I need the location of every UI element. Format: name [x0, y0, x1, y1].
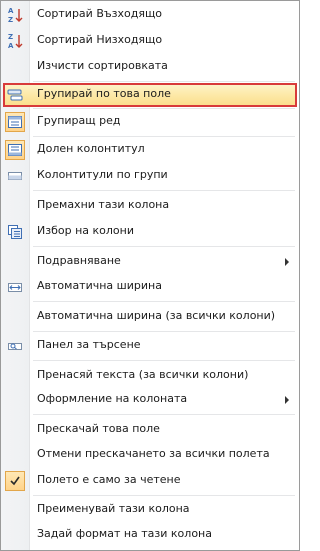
svg-text:Z: Z [8, 33, 13, 41]
find-panel-icon [5, 336, 25, 356]
menu-item-label: Долен колонтитул [37, 142, 145, 155]
menu-item-best-fit[interactable]: Автоматична ширина [3, 275, 297, 299]
menu-separator [33, 360, 295, 361]
sort-descending-icon: Z A [5, 31, 25, 51]
menu-item-label: Изчисти сортировката [37, 59, 168, 72]
menu-item-label: Прескачай това поле [37, 422, 160, 435]
menu-item-sort-descending[interactable]: Z A Сортирай Низходящо [3, 29, 297, 53]
svg-text:A: A [8, 7, 14, 15]
menu-item-label: Панел за търсене [37, 338, 141, 351]
menu-item-read-only[interactable]: Полето е само за четене [3, 469, 297, 493]
menu-item-remove-column[interactable]: Премахни тази колона [3, 194, 297, 218]
menu-item-column-chooser[interactable]: Избор на колони [3, 220, 297, 244]
menu-item-label: Преименувай тази колона [37, 502, 190, 515]
menu-item-label: Автоматична ширина [37, 279, 162, 292]
menu-item-label: Сортирай Възходящо [37, 7, 163, 20]
menu-separator [33, 108, 295, 109]
menu-separator [33, 190, 295, 191]
menu-item-label: Колонтитули по групи [37, 168, 168, 181]
best-fit-icon [5, 277, 25, 297]
svg-text:Z: Z [8, 16, 13, 24]
group-footer-icon [5, 166, 25, 186]
menu-item-format-column[interactable]: Задай формат на тази колона [3, 523, 297, 547]
menu-item-label: Подравняване [37, 254, 121, 267]
column-chooser-icon [5, 222, 25, 242]
menu-item-group-footers[interactable]: Колонтитули по групи [3, 164, 297, 188]
menu-item-group-by-field[interactable]: Групирай по това поле [3, 83, 297, 107]
context-menu: A Z Сортирай Възходящо Z A Сортирай Низх… [0, 0, 300, 551]
menu-item-label: Отмени прескачането за всички полета [37, 447, 270, 460]
menu-separator [33, 301, 295, 302]
group-row-icon [5, 112, 25, 132]
menu-separator [33, 136, 295, 137]
menu-item-rename-column[interactable]: Преименувай тази колона [3, 498, 297, 522]
menu-item-label: Сортирай Низходящо [37, 33, 163, 46]
menu-item-label: Избор на колони [37, 224, 134, 237]
menu-separator [33, 331, 295, 332]
menu-item-unskip-all[interactable]: Отмени прескачането за всички полета [3, 443, 297, 467]
menu-item-best-fit-all[interactable]: Автоматична ширина (за всички колони) [3, 305, 297, 329]
menu-item-label: Автоматична ширина (за всички колони) [37, 309, 276, 322]
submenu-arrow-icon [285, 258, 289, 266]
submenu-arrow-icon [285, 396, 289, 404]
menu-item-footer[interactable]: Долен колонтитул [3, 138, 297, 162]
menu-item-label: Пренасяй текста (за всички колони) [37, 368, 249, 381]
menu-item-label: Задай формат на тази колона [37, 527, 212, 540]
menu-item-label: Полето е само за четене [37, 473, 181, 486]
menu-item-label: Групиращ ред [37, 114, 121, 127]
menu-item-column-appearance[interactable]: Оформление на колоната [3, 388, 297, 412]
menu-item-word-wrap[interactable]: Пренасяй текста (за всички колони) [3, 364, 297, 388]
footer-icon [5, 140, 25, 160]
sort-ascending-icon: A Z [5, 5, 25, 25]
svg-text:A: A [8, 42, 14, 50]
menu-separator [33, 495, 295, 496]
menu-separator [33, 414, 295, 415]
checkmark-icon [5, 471, 25, 491]
group-by-field-icon [5, 85, 25, 105]
menu-item-label: Премахни тази колона [37, 198, 170, 211]
menu-item-clear-sorting[interactable]: Изчисти сортировката [3, 55, 297, 79]
menu-separator [33, 246, 295, 247]
menu-separator [33, 81, 295, 82]
menu-item-label: Групирай по това поле [37, 87, 171, 100]
menu-item-group-row[interactable]: Групиращ ред [3, 110, 297, 134]
menu-item-sort-ascending[interactable]: A Z Сортирай Възходящо [3, 3, 297, 27]
menu-item-alignment[interactable]: Подравняване [3, 250, 297, 274]
menu-item-label: Оформление на колоната [37, 392, 188, 405]
menu-item-find-panel[interactable]: Панел за търсене [3, 334, 297, 358]
menu-item-skip-field[interactable]: Прескачай това поле [3, 418, 297, 442]
